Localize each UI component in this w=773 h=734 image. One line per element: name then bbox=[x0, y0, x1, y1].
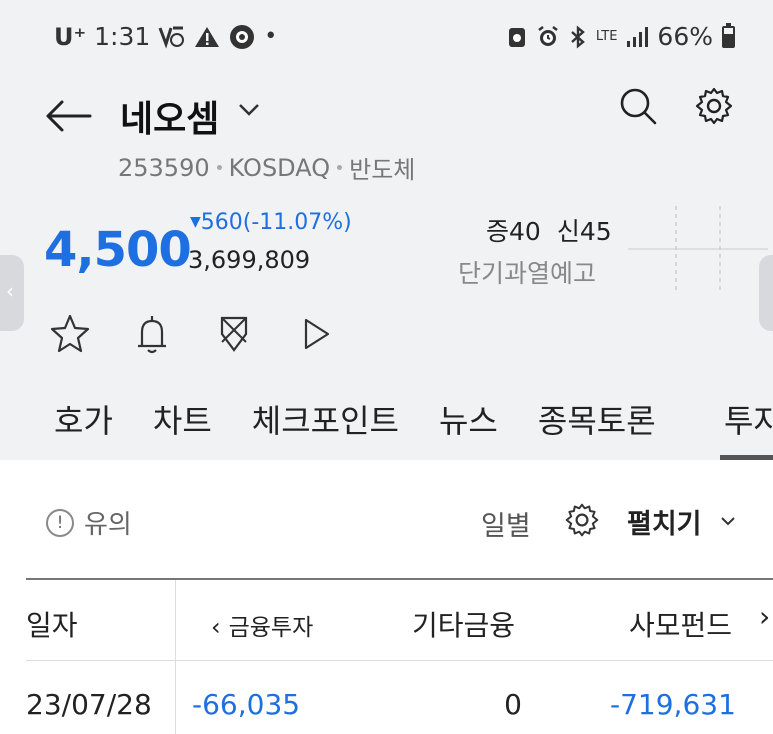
header-private-fund: 사모펀드 bbox=[629, 609, 733, 642]
bell-icon[interactable] bbox=[132, 312, 172, 356]
back-arrow-icon[interactable] bbox=[44, 96, 94, 136]
tab-orderbook[interactable]: 호가 bbox=[54, 396, 113, 442]
gear-icon[interactable] bbox=[694, 86, 734, 126]
overheat-warning[interactable]: 단기과열예고 bbox=[458, 254, 596, 290]
caution-label: 유의 bbox=[84, 510, 132, 540]
period-selector[interactable]: 일별 bbox=[481, 504, 531, 543]
warning-icon bbox=[195, 26, 220, 47]
next-stock-handle[interactable] bbox=[759, 255, 773, 331]
table-border bbox=[26, 578, 773, 580]
chevron-right-icon[interactable]: › bbox=[759, 600, 770, 633]
expand-button[interactable]: 펼치기 bbox=[627, 502, 702, 541]
gear-icon[interactable] bbox=[564, 502, 600, 538]
star-icon[interactable] bbox=[50, 312, 90, 356]
stock-name[interactable]: 네오셈 bbox=[120, 90, 219, 142]
tab-indicator bbox=[720, 455, 773, 460]
tab-checkpoint[interactable]: 체크포인트 bbox=[252, 396, 399, 442]
margin-info: 증40 신45 bbox=[486, 212, 628, 248]
trading-volume: 3,699,809 bbox=[188, 246, 311, 274]
chevron-down-icon[interactable] bbox=[719, 512, 737, 530]
lte-indicator: LTE bbox=[595, 28, 618, 44]
carrier-label: U⁺ bbox=[54, 22, 87, 51]
battery-percent: 66% bbox=[657, 22, 713, 51]
price-change: ▼560(-11.07%) bbox=[190, 210, 352, 235]
table-cell-date: 23/07/28 bbox=[26, 688, 152, 721]
chevron-down-icon[interactable] bbox=[236, 96, 262, 122]
status-bar: U⁺ 1:31 • LTE 66% bbox=[0, 22, 773, 58]
separator-dot bbox=[337, 165, 343, 170]
prev-stock-handle[interactable]: ‹ bbox=[0, 255, 24, 331]
alarm-icon bbox=[538, 25, 558, 46]
action-icons bbox=[50, 312, 336, 356]
status-time: 1:31 bbox=[94, 22, 151, 51]
tab-investor[interactable]: 투자자 bbox=[724, 396, 773, 440]
price-change-value: 560(-11.07%) bbox=[200, 210, 352, 235]
search-icon[interactable] bbox=[618, 86, 658, 126]
table-cell-private-fund: -719,631 bbox=[610, 688, 736, 721]
down-arrow-icon: ▼ bbox=[190, 214, 201, 230]
separator-dot bbox=[216, 165, 222, 170]
volte-icon bbox=[158, 26, 185, 49]
chevron-left-icon[interactable]: ‹ bbox=[211, 613, 221, 641]
header-financial-investment-label: 금융투자 bbox=[228, 615, 314, 641]
stock-sector: 반도체 bbox=[349, 156, 416, 184]
table-cell-other-finance: 0 bbox=[504, 688, 522, 721]
header-date: 일자 bbox=[26, 609, 78, 642]
starbucks-icon bbox=[230, 24, 255, 49]
margin-rate: 증40 bbox=[486, 217, 541, 246]
header-financial-investment[interactable]: ‹ 금융투자 bbox=[211, 608, 313, 642]
play-icon[interactable] bbox=[296, 312, 336, 356]
stock-market: KOSDAQ bbox=[228, 153, 331, 182]
row-divider bbox=[26, 660, 773, 661]
tab-news[interactable]: 뉴스 bbox=[439, 396, 498, 442]
stock-code: 253590 bbox=[118, 153, 210, 182]
current-price: 4,500 bbox=[44, 222, 192, 278]
table-cell-financial-investment: -66,035 bbox=[192, 688, 301, 721]
credit-rate: 신45 bbox=[556, 217, 612, 246]
memo-icon[interactable] bbox=[214, 312, 254, 356]
battery-icon bbox=[722, 22, 735, 48]
signal-icon bbox=[627, 26, 649, 47]
bluetooth-icon bbox=[571, 25, 585, 48]
chevron-left-icon: ‹ bbox=[6, 279, 14, 303]
info-icon: ! bbox=[46, 508, 74, 537]
notification-dot: • bbox=[264, 24, 278, 49]
screenshot-icon bbox=[508, 27, 525, 47]
tab-discussion[interactable]: 종목토론 bbox=[538, 396, 656, 442]
stock-meta: 253590 KOSDAQ 반도체 bbox=[118, 150, 415, 185]
tab-chart[interactable]: 차트 bbox=[153, 396, 212, 442]
column-divider bbox=[175, 580, 176, 734]
mini-chart[interactable] bbox=[628, 206, 768, 292]
caution-badge[interactable]: ! 유의 bbox=[46, 504, 132, 541]
header-other-finance: 기타금융 bbox=[412, 609, 516, 642]
tab-bar: 호가 차트 체크포인트 뉴스 종목토론 bbox=[54, 396, 696, 442]
